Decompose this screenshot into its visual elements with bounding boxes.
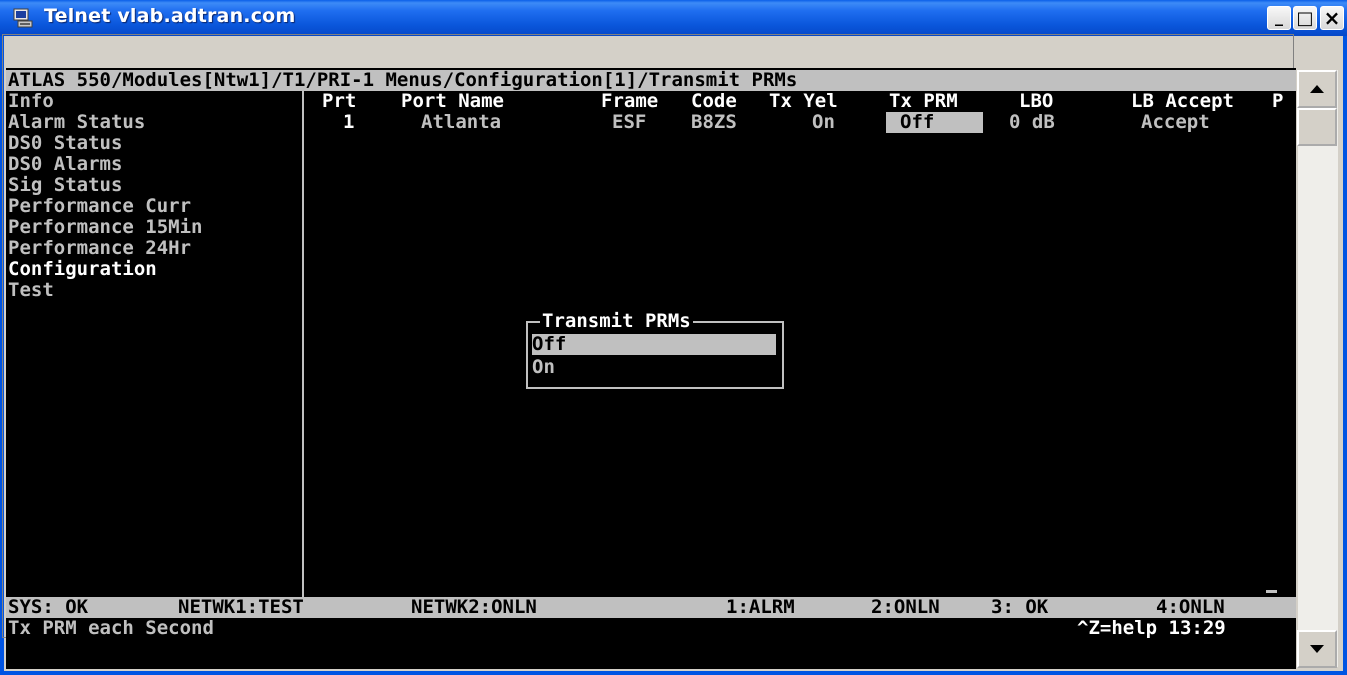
status-sys: SYS: OK (8, 596, 89, 618)
arrow-down-icon (1310, 645, 1324, 653)
cell-code[interactable]: B8ZS (691, 112, 737, 133)
menu-item-test[interactable]: Test (8, 280, 54, 301)
scroll-up-button[interactable] (1297, 70, 1337, 108)
status-slot3: 3: OK (991, 596, 1049, 618)
col-header-lbo: LBO (1019, 90, 1054, 112)
col-header-frame: Frame (601, 90, 659, 112)
help-hint: ^Z=help 13:29 (1077, 617, 1226, 639)
close-button[interactable]: × (1320, 6, 1344, 30)
help-description: Tx PRM each Second (8, 617, 214, 639)
popup-title: Transmit PRMs (540, 310, 693, 332)
minimize-icon: _ (1275, 6, 1283, 26)
menu-item-configuration[interactable]: Configuration (8, 259, 157, 280)
cell-frame[interactable]: ESF (612, 112, 646, 133)
popup-option-on[interactable]: On (532, 357, 776, 378)
cell-tx-yel[interactable]: On (812, 112, 835, 133)
maximize-button[interactable]: □ (1293, 6, 1317, 30)
telnet-window: Telnet vlab.adtran.com _ □ × ATLAS 550/M… (0, 0, 1347, 675)
minimize-button[interactable]: _ (1267, 6, 1291, 30)
menu-item-sig-status[interactable]: Sig Status (8, 175, 122, 196)
status-slot1: 1:ALRM (726, 596, 795, 618)
cell-lb-accept[interactable]: Accept (1141, 112, 1210, 133)
telnet-app-icon (13, 8, 33, 28)
close-icon: × (1323, 6, 1341, 30)
window-title: Telnet vlab.adtran.com (44, 5, 296, 27)
terminal-cursor (1266, 590, 1277, 593)
terminal-screen[interactable]: ATLAS 550/Modules[Ntw1]/T1/PRI-1 Menus/C… (6, 68, 1296, 669)
cell-prt[interactable]: 1 (343, 112, 354, 133)
title-bar[interactable]: Telnet vlab.adtran.com _ □ × (0, 0, 1347, 36)
col-header-lb-accept: LB Accept (1131, 90, 1234, 112)
status-slot4: 4:ONLN (1156, 596, 1225, 618)
col-header-tx-prm: Tx PRM (889, 90, 958, 112)
menu-item-performance-24hr[interactable]: Performance 24Hr (8, 238, 191, 259)
menu-item-info[interactable]: Info (8, 91, 54, 112)
status-slot2: 2:ONLN (871, 596, 940, 618)
menu-item-performance-15min[interactable]: Performance 15Min (8, 217, 202, 238)
popup-option-off[interactable]: Off (532, 334, 776, 355)
status-netwk2: NETWK2:ONLN (411, 596, 537, 618)
status-netwk1: NETWK1:TEST (178, 596, 304, 618)
arrow-up-icon (1310, 85, 1324, 93)
cell-tx-prm[interactable]: Off (886, 112, 983, 133)
col-header-p: P (1272, 90, 1284, 112)
menu-item-alarm-status[interactable]: Alarm Status (8, 112, 145, 133)
scroll-thumb[interactable] (1297, 108, 1337, 146)
scroll-down-button[interactable] (1297, 630, 1337, 668)
menu-item-performance-curr[interactable]: Performance Curr (8, 196, 191, 217)
col-header-port-name: Port Name (401, 90, 504, 112)
col-header-tx-yel: Tx Yel (769, 90, 838, 112)
cell-lbo[interactable]: 0 dB (1009, 112, 1055, 133)
header-path: ATLAS 550/Modules[Ntw1]/T1/PRI-1 Menus/C… (8, 69, 798, 91)
vertical-scrollbar[interactable] (1297, 70, 1338, 667)
col-header-code: Code (691, 90, 737, 112)
maximize-icon: □ (1296, 7, 1314, 29)
cell-port-name[interactable]: Atlanta (421, 112, 501, 133)
menu-item-ds0-status[interactable]: DS0 Status (8, 133, 122, 154)
col-header-prt: Prt (322, 90, 357, 112)
menu-divider (302, 90, 304, 618)
menu-item-ds0-alarms[interactable]: DS0 Alarms (8, 154, 122, 175)
